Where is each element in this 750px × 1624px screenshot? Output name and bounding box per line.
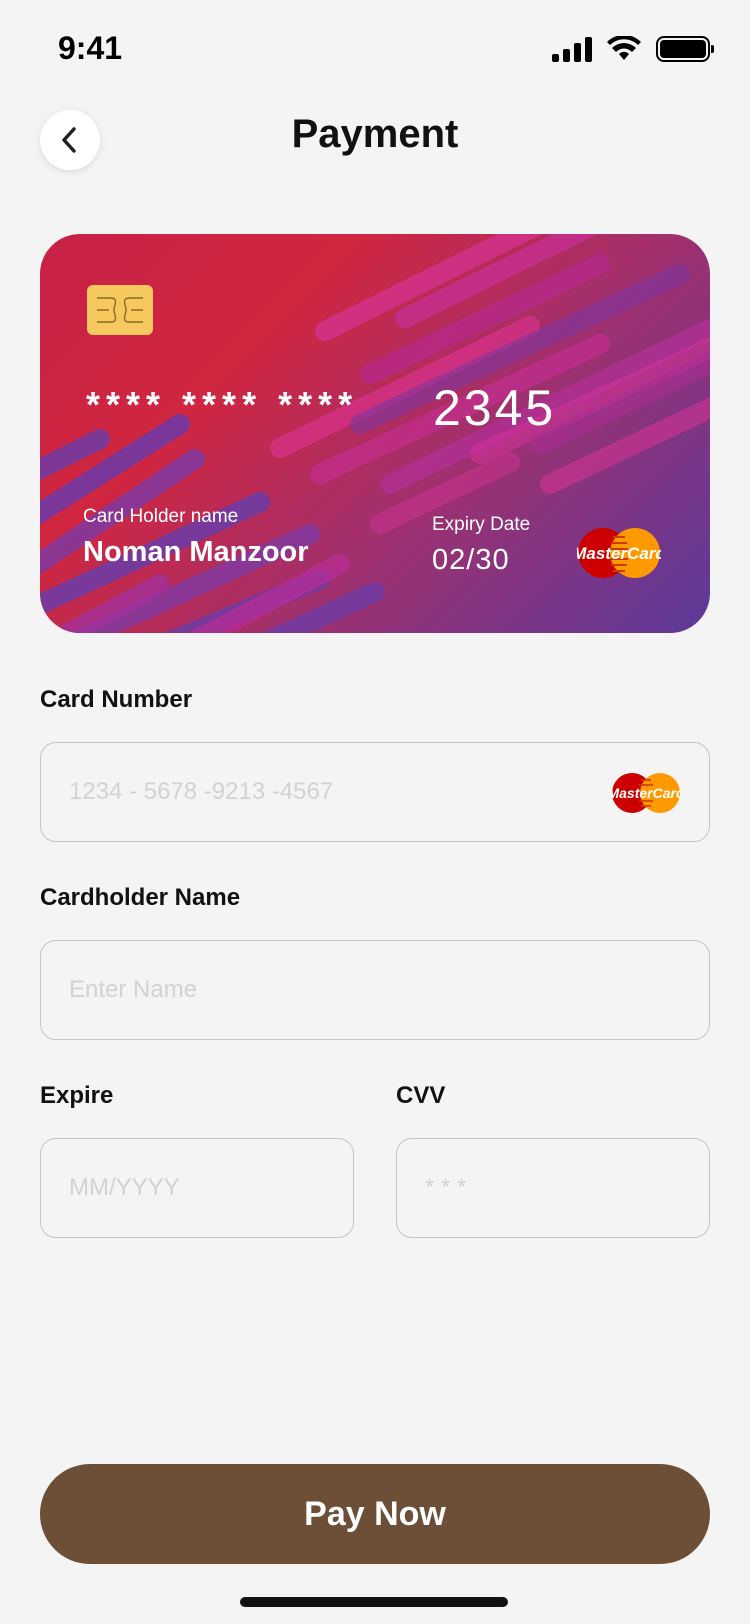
home-indicator	[240, 1597, 508, 1607]
status-bar: 9:41	[0, 0, 750, 100]
pay-now-button[interactable]: Pay Now	[40, 1464, 710, 1564]
battery-icon	[656, 36, 714, 62]
page-title: Payment	[291, 112, 459, 156]
cellular-signal-icon	[552, 36, 592, 62]
mastercard-logo-icon: MasterCard	[611, 773, 681, 813]
card-number-label: Card Number	[40, 686, 193, 713]
svg-text:MasterCard: MasterCard	[577, 544, 661, 563]
card-expiry-label: Expiry Date	[432, 514, 531, 535]
cardholder-name-field[interactable]	[40, 940, 710, 1040]
card-chip-icon	[87, 285, 153, 335]
expire-input[interactable]	[69, 1174, 325, 1202]
card-holder-label: Card Holder name	[83, 506, 239, 527]
credit-card: **** **** **** 2345 Card Holder name Nom…	[40, 234, 710, 633]
svg-text:MasterCard: MasterCard	[611, 785, 681, 801]
card-number-input[interactable]	[69, 778, 681, 806]
card-number-field[interactable]: MasterCard	[40, 742, 710, 842]
cardholder-name-label: Cardholder Name	[40, 884, 241, 911]
cardholder-name-input[interactable]	[69, 976, 681, 1004]
cvv-input[interactable]	[425, 1174, 681, 1202]
card-number-mask: **** **** ****	[86, 384, 359, 425]
cvv-field[interactable]	[396, 1138, 710, 1238]
card-expiry-value: 02/30	[432, 544, 510, 576]
status-time: 9:41	[58, 30, 123, 66]
mastercard-logo-icon: MasterCard	[577, 528, 661, 578]
expire-label: Expire	[40, 1082, 114, 1109]
expire-field[interactable]	[40, 1138, 354, 1238]
cvv-label: CVV	[396, 1082, 446, 1109]
status-icons	[552, 36, 714, 62]
card-holder-name: Noman Manzoor	[83, 536, 309, 568]
wifi-icon	[607, 36, 641, 60]
card-number-last-digits: 2345	[433, 380, 557, 436]
